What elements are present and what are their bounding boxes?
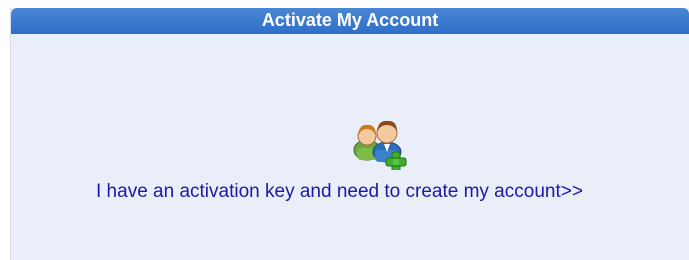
panel-header: Activate My Account bbox=[11, 8, 689, 34]
panel-title: Activate My Account bbox=[261, 10, 439, 30]
create-account-link[interactable]: I have an activation key and need to cre… bbox=[96, 181, 583, 203]
add-user-icon bbox=[351, 114, 415, 170]
activate-account-panel: Activate My Account I have an activation… bbox=[10, 8, 689, 260]
